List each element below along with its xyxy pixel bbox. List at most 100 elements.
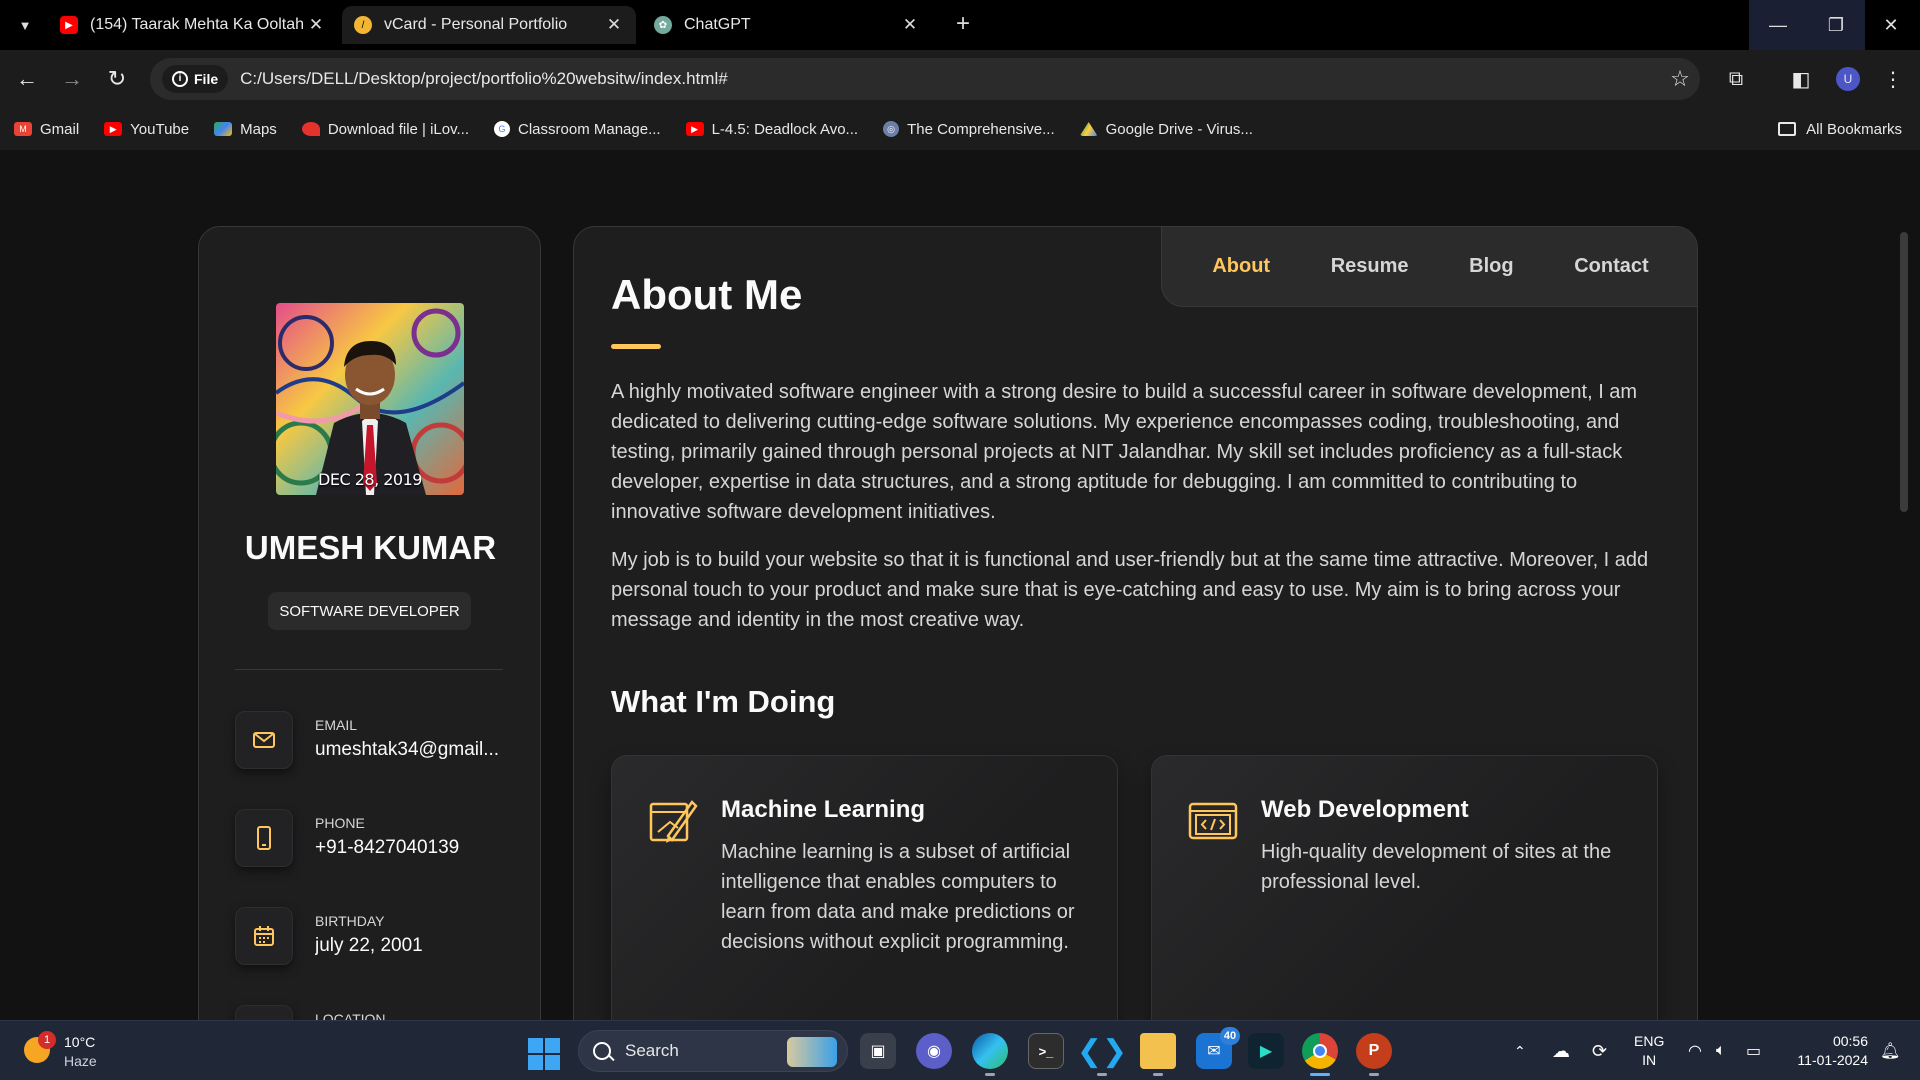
back-icon[interactable]: ← (11, 63, 43, 95)
nav-about[interactable]: About (1212, 255, 1270, 278)
menu-kebab-icon[interactable]: ⋮ (1877, 63, 1909, 95)
mail-badge: 40 (1220, 1027, 1240, 1045)
contact-phone: PHONE +91-8427040139 (235, 809, 525, 869)
portfolio-page: DEC 28, 2019 UMESH KUMAR SOFTWARE DEVELO… (0, 150, 1920, 1020)
onedrive-icon[interactable]: ☁ (1552, 1021, 1570, 1080)
running-indicator (1369, 1073, 1379, 1076)
bookmark-label: Google Drive - Virus... (1105, 120, 1253, 138)
close-tab-icon[interactable]: ✕ (604, 15, 624, 35)
bookmark-label: L-4.5: Deadlock Avo... (711, 120, 859, 138)
windows-taskbar: 1 10°C Haze Search ▣ ◉ >_ ❮❯ ✉ 40 ▶ P ⌃ ☁… (0, 1020, 1920, 1080)
service-text: High-quality development of sites at the… (1261, 841, 1612, 893)
about-article: About Resume Blog Contact About Me A hig… (573, 226, 1698, 1020)
site-info-chip[interactable]: i File (162, 65, 229, 93)
minimize-button[interactable]: — (1749, 0, 1807, 50)
tab-portfolio[interactable]: / vCard - Personal Portfolio ✕ (342, 6, 636, 44)
bookmark-maps[interactable]: Maps (214, 121, 277, 138)
all-bookmarks-label: All Bookmarks (1806, 120, 1902, 138)
youtube-icon: ▶ (104, 122, 123, 136)
weather-badge: 1 (38, 1031, 56, 1049)
bookmark-youtube[interactable]: ▶ YouTube (104, 121, 189, 138)
close-tab-icon[interactable]: ✕ (900, 15, 920, 35)
email-link[interactable]: umeshtak34@gmail... (315, 739, 505, 761)
file-explorer-icon[interactable] (1140, 1033, 1176, 1076)
page-scrollbar[interactable] (1900, 232, 1908, 512)
forward-icon[interactable]: → (56, 63, 88, 95)
wifi-icon[interactable]: ◠ (1688, 1021, 1702, 1080)
close-window-button[interactable]: ✕ (1862, 0, 1920, 50)
running-indicator (1310, 1073, 1330, 1076)
url-text[interactable]: C:/Users/DELL/Desktop/project/portfolio%… (240, 69, 1660, 89)
about-paragraph-1: A highly motivated software engineer wit… (611, 381, 1638, 523)
phone-link[interactable]: +91-8427040139 (315, 837, 505, 859)
bookmark-label: Gmail (40, 120, 80, 138)
bookmark-label: Download file | iLov... (327, 120, 470, 138)
nav-resume[interactable]: Resume (1331, 255, 1409, 278)
bookmark-gmail[interactable]: M Gmail (14, 121, 79, 138)
powerpoint-icon[interactable]: P (1356, 1033, 1392, 1076)
file-label: File (194, 71, 219, 87)
contact-label: PHONE (315, 815, 365, 831)
restore-button[interactable]: ❐ (1807, 0, 1865, 50)
profile-photo: DEC 28, 2019 (276, 303, 464, 495)
tab-youtube[interactable]: ▶ (154) Taarak Mehta Ka Ooltah C ✕ (48, 6, 338, 44)
close-tab-icon[interactable]: ✕ (306, 15, 326, 35)
profile-avatar[interactable]: U (1836, 67, 1860, 91)
extensions-icon[interactable]: ⧉ (1720, 63, 1752, 95)
bookmark-google-drive[interactable]: Google Drive - Virus... (1079, 120, 1253, 138)
bookmark-ilovepdf[interactable]: Download file | iLov... (301, 120, 470, 138)
terminal-icon[interactable]: >_ (1028, 1033, 1064, 1069)
notifications-icon[interactable]: 🔔︎ (1880, 1021, 1900, 1080)
service-card-web-development: Web Development High-quality development… (1151, 755, 1658, 1020)
tab-title: (154) Taarak Mehta Ka Ooltah C (90, 16, 306, 33)
system-clock[interactable]: 00:56 11-01-2024 (1784, 1032, 1868, 1070)
location-icon (235, 1005, 293, 1020)
bookmark-classroom[interactable]: G Classroom Manage... (494, 121, 661, 138)
new-tab-button[interactable]: + (950, 12, 976, 38)
contact-email: EMAIL umeshtak34@gmail... (235, 711, 525, 771)
bookmark-star-icon[interactable]: ☆ (1660, 66, 1700, 92)
vscode-icon[interactable]: ❮❯ (1077, 1033, 1127, 1076)
edge-icon[interactable] (972, 1033, 1008, 1076)
sync-icon[interactable]: ⟳ (1592, 1021, 1607, 1080)
contact-label: LOCATION (315, 1011, 386, 1020)
address-bar[interactable]: i File C:/Users/DELL/Desktop/project/por… (150, 58, 1700, 100)
taskbar-search[interactable]: Search (578, 1030, 848, 1072)
contact-location: LOCATION (235, 1005, 525, 1020)
heading-underline (611, 344, 661, 349)
teams-chat-icon[interactable]: ◉ (916, 1033, 952, 1069)
all-bookmarks-button[interactable]: All Bookmarks (1778, 108, 1902, 150)
battery-icon[interactable]: ▭ (1746, 1021, 1761, 1080)
bookmarks-bar: M Gmail ▶ YouTube Maps Download file | iLo… (0, 108, 1920, 150)
tab-chatgpt[interactable]: ✿ ChatGPT ✕ (642, 6, 932, 44)
profile-photo-image (276, 303, 464, 495)
show-hidden-icons[interactable]: ⌃ (1514, 1021, 1526, 1080)
windows-start-icon[interactable] (528, 1038, 560, 1070)
pycharm-icon[interactable]: ▶ (1248, 1033, 1284, 1069)
nav-contact[interactable]: Contact (1574, 255, 1648, 278)
weather-widget[interactable]: 1 10°C Haze (22, 1031, 132, 1071)
search-label: Search (625, 1041, 679, 1060)
running-indicator (1097, 1073, 1107, 1076)
service-text: Machine learning is a subset of artifici… (721, 841, 1075, 953)
bookmark-deadlock[interactable]: ▶ L-4.5: Deadlock Avo... (685, 120, 859, 138)
chrome-icon[interactable] (1302, 1033, 1338, 1076)
bookmark-comprehensive[interactable]: ◎ The Comprehensive... (883, 121, 1055, 138)
reload-icon[interactable]: ↻ (101, 63, 133, 95)
task-view-icon[interactable]: ▣ (860, 1033, 896, 1069)
folder-icon (1778, 122, 1797, 136)
volume-icon[interactable]: 🔈︎ (1716, 1021, 1726, 1080)
top-navbar: About Resume Blog Contact (1161, 227, 1697, 307)
language-indicator[interactable]: ENG IN (1634, 1032, 1664, 1070)
google-drive-icon (1079, 122, 1098, 136)
nav-blog[interactable]: Blog (1469, 255, 1513, 278)
service-card-machine-learning: Machine Learning Machine learning is a s… (611, 755, 1118, 1020)
google-icon: G (494, 121, 511, 137)
contact-label: BIRTHDAY (315, 913, 385, 929)
side-panel-icon[interactable]: ◧ (1785, 63, 1817, 95)
weather-temperature: 10°C (64, 1034, 96, 1050)
contact-birthday: BIRTHDAY july 22, 2001 (235, 907, 525, 967)
gmail-icon: M (14, 122, 32, 136)
tab-search-menu-icon[interactable]: ▼ (8, 8, 42, 42)
mail-app-icon[interactable]: ✉ 40 (1196, 1027, 1240, 1069)
